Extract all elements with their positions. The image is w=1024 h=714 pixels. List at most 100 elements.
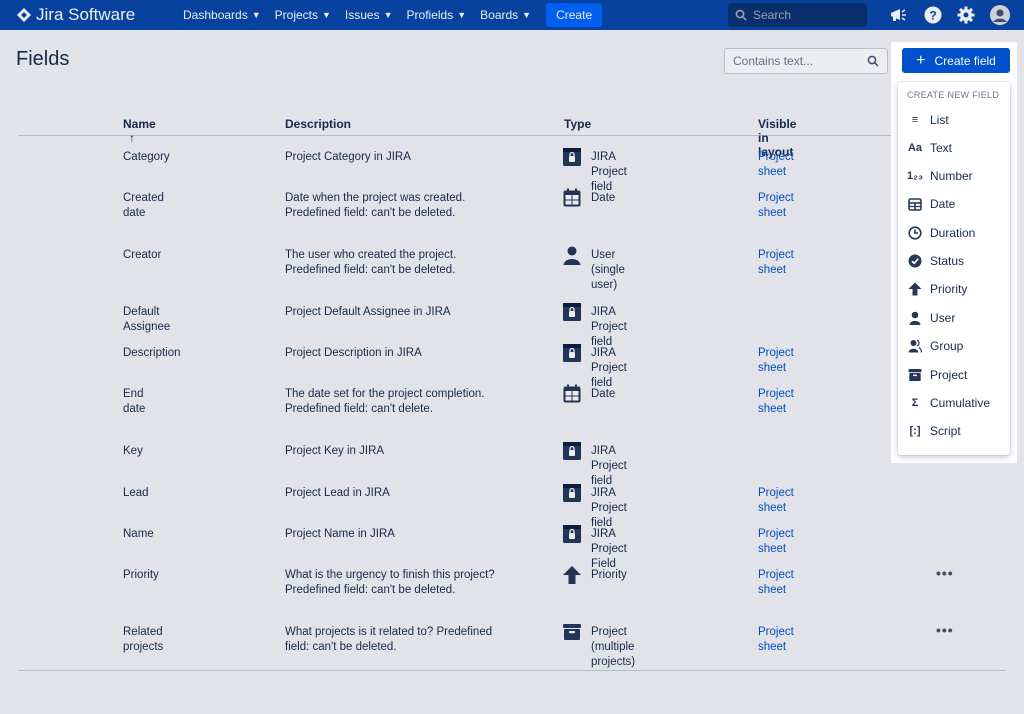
more-actions-icon[interactable]: ••• — [936, 565, 954, 581]
top-navigation: Jira Software Dashboards ▼ Projects ▼ Issu… — [0, 0, 1024, 30]
chevron-down-icon: ▼ — [522, 10, 532, 20]
field-description: What projects is it related to? Predefin… — [285, 625, 545, 655]
field-type-label: Date — [591, 192, 616, 204]
help-icon[interactable]: ? — [924, 6, 942, 24]
priority-arrow-icon — [907, 282, 923, 296]
visible-in-layout-link[interactable]: Project sheet — [758, 527, 794, 557]
menu-item-list[interactable]: ≡ List — [898, 107, 1010, 133]
nav-profields-label: Profields — [406, 8, 454, 22]
text-icon: Aa — [907, 142, 923, 154]
menu-item-number[interactable]: 1₂₃ Number — [898, 163, 1010, 189]
menu-item-cumulative[interactable]: Σ Cumulative — [898, 390, 1010, 416]
visible-in-layout-link[interactable]: Project sheet — [758, 150, 794, 180]
field-type-label: Priority — [591, 569, 627, 581]
menu-item-date[interactable]: Date — [898, 191, 1010, 217]
more-actions-icon[interactable]: ••• — [936, 622, 954, 638]
field-description: Date when the project was created. Predef… — [285, 191, 545, 221]
nav-issues-label: Issues — [344, 8, 380, 22]
field-name: Category — [123, 151, 170, 163]
visible-in-layout-link[interactable]: Project sheet — [758, 248, 794, 278]
field-description-line: Predefined field: can't be deleted. — [285, 584, 456, 596]
megaphone-icon[interactable] — [889, 6, 909, 24]
date-icon — [562, 384, 582, 404]
menu-item-text[interactable]: Aa Text — [898, 135, 1010, 161]
menu-item-duration[interactable]: Duration — [898, 220, 1010, 246]
sigma-icon: Σ — [911, 397, 919, 409]
page-title: Fields — [16, 48, 70, 70]
field-description: Project Key in JIRA — [285, 444, 545, 459]
field-type-label: JIRA Project field — [591, 306, 627, 348]
visible-in-layout-link[interactable]: Project sheet — [758, 191, 794, 221]
nav-projects[interactable]: Projects ▼ — [268, 0, 338, 30]
menu-item-script[interactable]: [:] Script — [898, 418, 1010, 444]
visible-in-layout-link[interactable]: Project sheet — [758, 486, 794, 516]
script-icon: [:] — [909, 425, 921, 437]
filter-text-input[interactable]: Contains text... — [724, 48, 888, 74]
field-description-line: Predefined field: can't be deleted. — [285, 207, 456, 219]
search-icon — [735, 9, 747, 21]
field-type-label: User (single user) — [591, 249, 625, 291]
create-button[interactable]: Create — [546, 3, 603, 27]
field-type-label: Date — [591, 388, 616, 400]
group-icon — [907, 339, 923, 353]
field-description-line: Project Lead in JIRA — [285, 487, 390, 499]
field-type-label: Project (multiple projects) — [591, 626, 636, 668]
project-icon — [562, 622, 582, 642]
list-icon: ≡ — [911, 114, 919, 126]
nav-dashboards-label: Dashboards — [183, 8, 248, 22]
nav-boards[interactable]: Boards ▼ — [473, 0, 538, 30]
project-field-icon — [562, 441, 582, 461]
column-header-description: Description — [285, 117, 352, 131]
chevron-down-icon: ▼ — [251, 10, 261, 20]
field-description-line: Project Category in JIRA — [285, 151, 411, 163]
menu-item-priority[interactable]: Priority — [898, 276, 1010, 302]
field-type-label: JIRA Project Field — [591, 528, 627, 570]
field-name: Key — [123, 445, 143, 457]
create-field-dropdown-menu: CREATE NEW FIELD ≡ List Aa Text 1₂₃ Number Dat… — [898, 82, 1010, 455]
project-field-icon — [562, 524, 582, 544]
menu-item-label: Duration — [930, 226, 976, 240]
svg-text:?: ? — [929, 9, 936, 23]
visible-in-layout-link[interactable]: Project sheet — [758, 387, 794, 417]
menu-item-group[interactable]: Group — [898, 333, 1010, 359]
visible-in-layout-link[interactable]: Project sheet — [758, 568, 794, 598]
user-icon — [562, 245, 582, 265]
field-description: Project Category in JIRA — [285, 150, 545, 165]
field-type: Priority — [562, 565, 627, 585]
field-description: Project Name in JIRA — [285, 527, 545, 542]
project-icon — [907, 368, 923, 382]
settings-gear-icon[interactable] — [957, 6, 975, 24]
nav-issues[interactable]: Issues ▼ — [338, 0, 400, 30]
field-type-label: JIRA Project field — [591, 347, 627, 389]
visible-in-layout-link[interactable]: Project sheet — [758, 346, 794, 376]
field-description-line: Date when the project was created. — [285, 192, 466, 204]
column-header-name[interactable]: Name ↑ — [123, 117, 156, 145]
chevron-down-icon: ▼ — [457, 10, 467, 20]
menu-item-label: List — [930, 113, 949, 127]
field-type-label: JIRA Project field — [591, 151, 627, 193]
field-description-line: Predefined field: can't be deleted. — [285, 264, 456, 276]
create-field-button[interactable]: + Create field — [902, 48, 1010, 73]
menu-item-label: User — [930, 311, 956, 325]
menu-item-status[interactable]: Status — [898, 248, 1010, 274]
date-icon — [562, 188, 582, 208]
field-description-line: Project Key in JIRA — [285, 445, 385, 457]
nav-dashboards[interactable]: Dashboards ▼ — [176, 0, 268, 30]
visible-in-layout-link[interactable]: Project sheet — [758, 625, 794, 655]
avatar[interactable] — [990, 5, 1010, 25]
nav-icon-group: ? — [889, 0, 1010, 30]
jira-logo[interactable]: Jira Software — [16, 5, 176, 25]
field-name: Related projects — [123, 626, 164, 653]
field-name: Lead — [123, 487, 149, 499]
field-name: Description — [123, 347, 181, 359]
menu-item-user[interactable]: User — [898, 305, 1010, 331]
number-icon: 1₂₃ — [906, 170, 924, 182]
menu-item-project[interactable]: Project — [898, 362, 1010, 388]
table-bottom-divider — [18, 670, 1006, 671]
field-type: Date — [562, 188, 616, 208]
nav-profields[interactable]: Profields ▼ — [400, 0, 474, 30]
field-description-line: The user who created the project. — [285, 249, 457, 261]
search-input[interactable]: Search — [728, 3, 867, 27]
check-circle-icon — [907, 254, 923, 268]
priority-arrow-icon — [562, 565, 582, 585]
